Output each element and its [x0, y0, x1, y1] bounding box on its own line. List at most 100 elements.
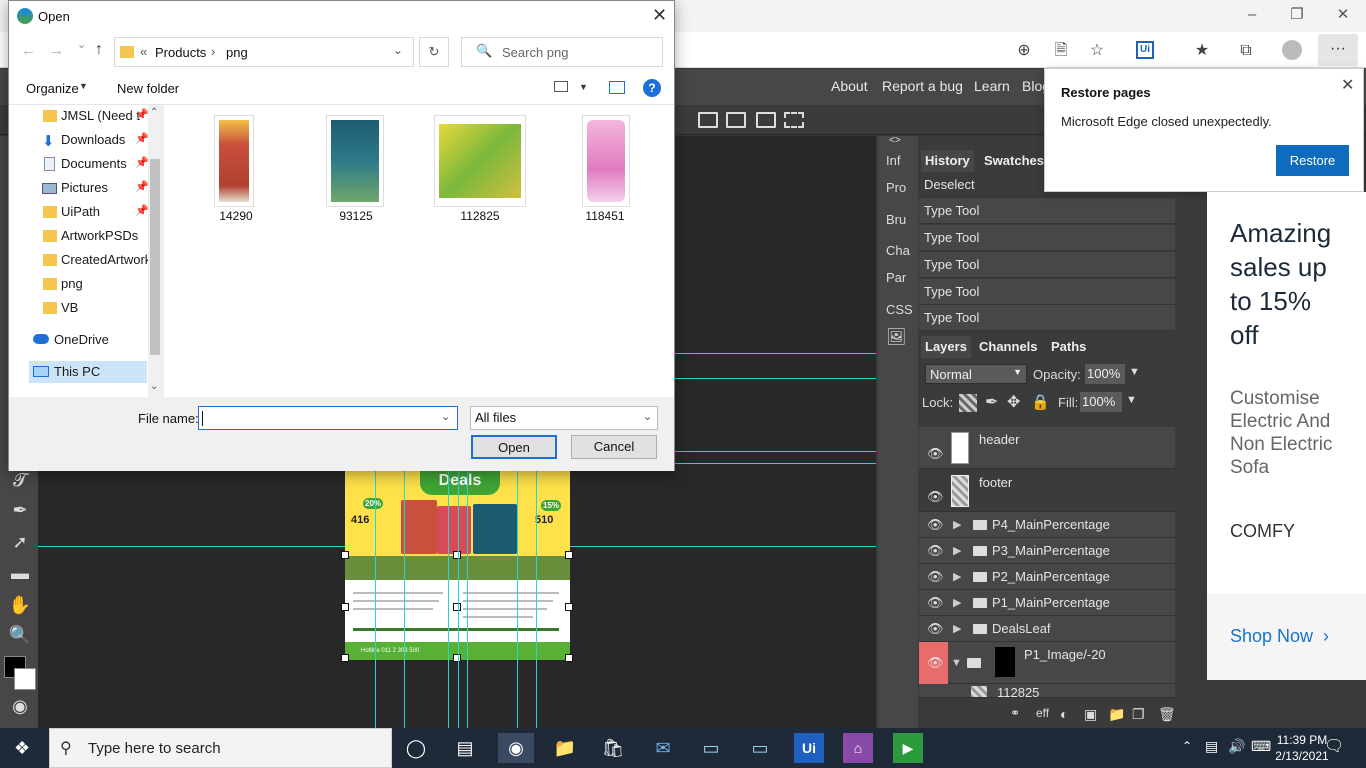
- scroll-down-icon[interactable]: ⌄: [150, 381, 158, 392]
- back-arrow-icon[interactable]: ←: [21, 42, 36, 59]
- history-item[interactable]: Type Tool: [919, 279, 1175, 305]
- pin-icon[interactable]: 📌: [135, 108, 149, 121]
- nav-item[interactable]: CreatedArtworks: [39, 249, 161, 271]
- collections-icon[interactable]: ⧉: [1235, 40, 1257, 62]
- chevron-down-icon[interactable]: ⌄: [441, 410, 450, 423]
- layer-row[interactable]: 👁 header: [919, 427, 1175, 469]
- minimize-icon[interactable]: –: [1240, 4, 1264, 26]
- visibility-eye-icon[interactable]: 👁: [927, 538, 944, 564]
- delete-layer-icon[interactable]: 🗑: [1158, 706, 1176, 723]
- file-name[interactable]: 93125: [311, 209, 401, 223]
- visibility-eye-icon[interactable]: 👁: [927, 484, 944, 510]
- pen-tool-icon[interactable]: ✒: [8, 498, 32, 522]
- clock-time[interactable]: 11:39 PM: [1274, 733, 1330, 747]
- open-button[interactable]: Open: [471, 435, 557, 459]
- layer-row[interactable]: 112825: [919, 684, 1175, 698]
- robot-icon[interactable]: ▶: [893, 733, 923, 763]
- pin-icon[interactable]: 📌: [135, 204, 149, 217]
- side-css[interactable]: CSS: [886, 302, 913, 317]
- file-explorer-icon[interactable]: 📁: [550, 733, 580, 763]
- add-icon[interactable]: ⊕: [1013, 40, 1035, 62]
- preview-pane-icon[interactable]: [609, 81, 625, 94]
- file-thumbnail[interactable]: [434, 115, 526, 207]
- uipath-studio-icon[interactable]: Ui: [794, 733, 824, 763]
- layer-row[interactable]: 👁 footer: [919, 470, 1175, 512]
- menu-about[interactable]: About: [831, 78, 868, 94]
- history-item[interactable]: Type Tool: [919, 252, 1175, 278]
- pin-icon[interactable]: 📌: [135, 180, 149, 193]
- collapse-panels-icon[interactable]: <>: [889, 135, 901, 146]
- nav-item[interactable]: png: [39, 273, 161, 295]
- align-right-icon[interactable]: [756, 112, 776, 128]
- advertisement[interactable]: Amazing sales up to 15% off Customise El…: [1207, 192, 1366, 680]
- layer-effects-button[interactable]: eff: [1036, 706, 1049, 720]
- windows-start-icon[interactable]: ❖: [14, 738, 30, 759]
- visibility-eye-icon[interactable]: 👁: [927, 441, 944, 467]
- file-thumbnail[interactable]: [326, 115, 384, 207]
- rectangle-tool-icon[interactable]: ▬: [8, 561, 32, 585]
- filename-input[interactable]: ⌄: [198, 406, 458, 430]
- file-thumbnail[interactable]: [214, 115, 254, 207]
- taskbar-search[interactable]: ⚲ Type here to search: [49, 728, 392, 768]
- page-icon[interactable]: 🗎: [1050, 40, 1072, 62]
- visibility-eye-icon[interactable]: 👁: [927, 616, 944, 642]
- layer-row[interactable]: 👁 ▼ P1_Image/-20: [919, 642, 1175, 684]
- recent-chevron-icon[interactable]: ⌄: [77, 38, 86, 51]
- opacity-dropdown-icon[interactable]: ▼: [1129, 366, 1140, 378]
- layer-row[interactable]: 👁 ▶ DealsLeaf: [919, 616, 1175, 642]
- layer-row[interactable]: 👁 ▶ P3_MainPercentage: [919, 538, 1175, 564]
- distribute-icon[interactable]: [784, 112, 804, 128]
- visibility-eye-icon[interactable]: 👁: [927, 590, 944, 616]
- layer-row[interactable]: 👁 ▶ P1_MainPercentage: [919, 590, 1175, 616]
- expand-triangle-icon[interactable]: ▶: [953, 616, 961, 642]
- expand-triangle-icon[interactable]: ▶: [953, 590, 961, 616]
- transform-handle[interactable]: [341, 551, 349, 559]
- uipath-assistant-icon[interactable]: ⌂: [843, 733, 873, 763]
- file-thumbnail[interactable]: [582, 115, 630, 207]
- file-name[interactable]: 118451: [560, 209, 650, 223]
- new-layer-icon[interactable]: ❐: [1132, 706, 1145, 723]
- blend-mode-select[interactable]: Normal ▼: [925, 364, 1027, 384]
- path-select-icon[interactable]: ➚: [8, 530, 32, 554]
- search-box[interactable]: 🔍 Search png: [461, 37, 663, 67]
- align-center-icon[interactable]: [726, 112, 746, 128]
- task-view-icon[interactable]: ▤: [450, 733, 480, 763]
- lock-transparency-icon[interactable]: [959, 394, 977, 412]
- fill-dropdown-icon[interactable]: ▼: [1126, 394, 1137, 406]
- menu-report-bug[interactable]: Report a bug: [882, 78, 963, 94]
- file-name[interactable]: 14290: [191, 209, 281, 223]
- app-icon[interactable]: ▭: [745, 733, 775, 763]
- clock-date[interactable]: 2/13/2021: [1274, 749, 1330, 763]
- scrollbar-thumb[interactable]: [150, 159, 160, 355]
- overflow-chevron-icon[interactable]: «: [140, 44, 147, 59]
- expand-triangle-icon[interactable]: ▶: [953, 538, 961, 564]
- pin-icon[interactable]: 📌: [135, 156, 149, 169]
- fill-input[interactable]: 100%: [1080, 392, 1122, 412]
- help-icon[interactable]: ?: [643, 79, 661, 97]
- organize-button[interactable]: Organize: [26, 81, 79, 96]
- app-icon[interactable]: ▭: [696, 733, 726, 763]
- transform-handle[interactable]: [565, 654, 573, 662]
- tab-channels[interactable]: Channels: [975, 336, 1042, 358]
- transform-handle[interactable]: [453, 551, 461, 559]
- uipath-extension-icon[interactable]: Ui: [1136, 41, 1154, 59]
- side-properties[interactable]: Pro: [886, 180, 906, 195]
- up-arrow-icon[interactable]: ↑: [95, 41, 103, 59]
- store-icon[interactable]: 🛍: [598, 733, 628, 763]
- breadcrumb-products[interactable]: Products: [155, 45, 206, 60]
- shop-now-link[interactable]: Shop Now: [1230, 626, 1313, 647]
- restore-button[interactable]: Restore: [1276, 145, 1349, 176]
- expand-triangle-icon[interactable]: ▶: [953, 512, 961, 538]
- breadcrumb-png[interactable]: png: [226, 45, 248, 60]
- visibility-eye-icon[interactable]: 👁: [927, 512, 944, 538]
- expand-triangle-icon[interactable]: ▶: [953, 564, 961, 590]
- nav-item[interactable]: OneDrive: [31, 329, 153, 351]
- filetype-select[interactable]: All files ⌄: [470, 406, 658, 430]
- close-icon[interactable]: ✕: [652, 5, 667, 26]
- history-item[interactable]: Type Tool: [919, 198, 1175, 224]
- close-icon[interactable]: ✕: [1341, 75, 1354, 95]
- zoom-tool-icon[interactable]: 🔍: [8, 623, 32, 647]
- scroll-up-icon[interactable]: ⌃: [150, 107, 158, 118]
- search-input[interactable]: Search png: [502, 45, 569, 60]
- visibility-eye-icon[interactable]: 👁: [927, 650, 944, 676]
